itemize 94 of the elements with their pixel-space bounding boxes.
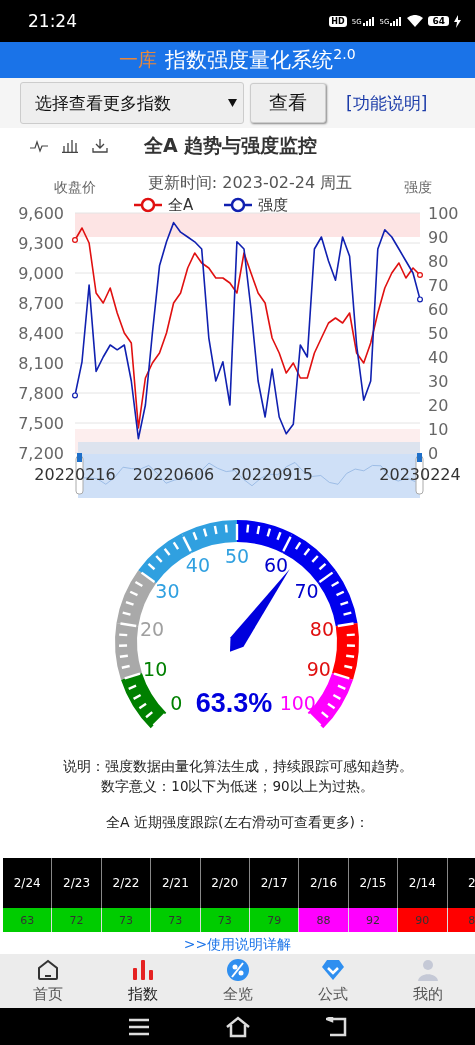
download-icon[interactable] <box>92 139 108 153</box>
axis-label: 80 <box>428 252 449 271</box>
gauge-label: 90 <box>306 657 331 680</box>
axis-label: 40 <box>428 348 449 367</box>
axis-label: 7,500 <box>18 414 64 433</box>
axis-label: 20220606 <box>132 465 215 484</box>
axis-title: 收盘价 <box>54 179 96 195</box>
axis-label: 60 <box>428 300 449 319</box>
bar-chart-icon <box>130 958 155 982</box>
guide-link[interactable]: >>使用说明详解 <box>183 936 292 952</box>
value-cell: 63 <box>3 908 53 932</box>
axis-label: 70 <box>428 276 449 295</box>
axis-label: 100 <box>428 204 459 223</box>
axis-label: 7,200 <box>18 444 64 463</box>
gauge-label: 70 <box>294 580 319 603</box>
nav-tab[interactable]: 首页 <box>0 954 95 1008</box>
axis-label: 50 <box>428 324 449 343</box>
user-icon <box>415 958 440 982</box>
clock: 21:24 <box>28 11 77 31</box>
axis-title: 强度 <box>404 179 432 195</box>
legend-label: 强度 <box>258 196 288 214</box>
value-cell: 92 <box>348 908 399 932</box>
view-button[interactable]: 查看 <box>250 83 326 123</box>
axis-label: 9,000 <box>18 264 64 283</box>
battery-indicator: 64 <box>428 16 449 26</box>
axis-label: 10 <box>428 420 449 439</box>
gauge-label: 20 <box>139 617 165 640</box>
date-cell: 2/16 <box>299 858 349 908</box>
chart-title: 全A 趋势与强度监控 <box>144 133 318 158</box>
nav-tab[interactable]: 指数 <box>95 954 190 1008</box>
home-icon[interactable] <box>224 1015 251 1038</box>
value-cell: 73 <box>101 908 152 932</box>
section-title: 全A 近期强度跟踪(左右滑动可查看更多)： <box>105 814 370 832</box>
value-cell: 88 <box>299 908 349 932</box>
date-cell: 2/20 <box>200 858 250 908</box>
value-cell: 79 <box>249 908 300 932</box>
back-icon[interactable] <box>325 1016 348 1037</box>
legend-item[interactable]: 全A <box>134 196 194 214</box>
axis-label: 20230224 <box>379 465 461 484</box>
axis-label: 20220915 <box>231 465 313 484</box>
gauge-label: 50 <box>224 545 250 567</box>
axis-label: 7,800 <box>18 384 64 403</box>
date-cell: 2/14 <box>398 858 448 908</box>
axis-label: 20 <box>428 396 449 415</box>
axis-label: 0 <box>428 444 439 463</box>
hd-indicator: HD <box>329 15 347 27</box>
note-text: 说明：强度数据由量化算法生成，持续跟踪可感知趋势。 <box>61 757 414 776</box>
app-title: 指数强度量化系统$^{2.0}$ <box>165 46 356 74</box>
date-cell: 2/24 <box>3 858 53 908</box>
date-cell: 2/17 <box>249 858 300 908</box>
menu-icon[interactable] <box>127 1017 150 1036</box>
axis-label: 9,300 <box>18 234 64 253</box>
gauge-label: 40 <box>185 554 211 577</box>
gauge-label: 0 <box>170 691 183 714</box>
date-cell: 2/15 <box>348 858 399 908</box>
gauge-reading: 63.3% <box>195 688 273 718</box>
help-link[interactable]: [功能说明] <box>346 91 428 115</box>
nav-tab[interactable]: 全览 <box>190 954 285 1008</box>
gauge-label: 100 <box>279 691 316 714</box>
axis-label: 20220216 <box>34 465 116 484</box>
axis-label: 8,700 <box>18 294 64 313</box>
axis-label: 30 <box>428 372 449 391</box>
caret-icon <box>228 99 237 107</box>
diamond-icon <box>320 958 345 982</box>
value-cell: 72 <box>52 908 102 932</box>
chart-subtitle: 更新时间: 2023-02-24 周五 <box>147 173 353 192</box>
nav-tab[interactable]: 我的 <box>380 954 475 1008</box>
bar-chart-icon[interactable] <box>62 139 78 153</box>
axis-label: 8,400 <box>18 324 64 343</box>
date-cell: 2/22 <box>101 858 152 908</box>
charging-icon <box>454 14 461 28</box>
value-cell: 73 <box>200 908 250 932</box>
axis-label: 8,100 <box>18 354 64 373</box>
nav-tab[interactable]: 公式 <box>285 954 380 1008</box>
app-logo: 一库 <box>119 47 158 72</box>
value-cell: 73 <box>151 908 201 932</box>
legend-item[interactable]: 强度 <box>224 196 288 214</box>
gauge-label: 30 <box>155 580 180 603</box>
line-chart-icon[interactable] <box>30 139 48 153</box>
legend-label: 全A <box>168 196 194 214</box>
date-cell: 2/21 <box>151 858 201 908</box>
date-cell: 2/23 <box>52 858 102 908</box>
value-cell: 8 <box>447 908 475 932</box>
gauge-label: 60 <box>263 554 289 577</box>
axis-label: 9,600 <box>18 204 64 223</box>
wifi-icon <box>407 15 424 27</box>
value-cell: 90 <box>398 908 448 932</box>
note-text: 数字意义：10以下为低迷；90以上为过热。 <box>100 777 375 796</box>
axis-label: 90 <box>428 228 449 247</box>
index-select[interactable]: 选择查看更多指数 <box>20 82 244 124</box>
gauge-label: 80 <box>309 617 335 640</box>
home-icon <box>35 958 60 982</box>
gauge-label: 10 <box>143 657 168 680</box>
date-cell: 2 <box>447 858 475 908</box>
